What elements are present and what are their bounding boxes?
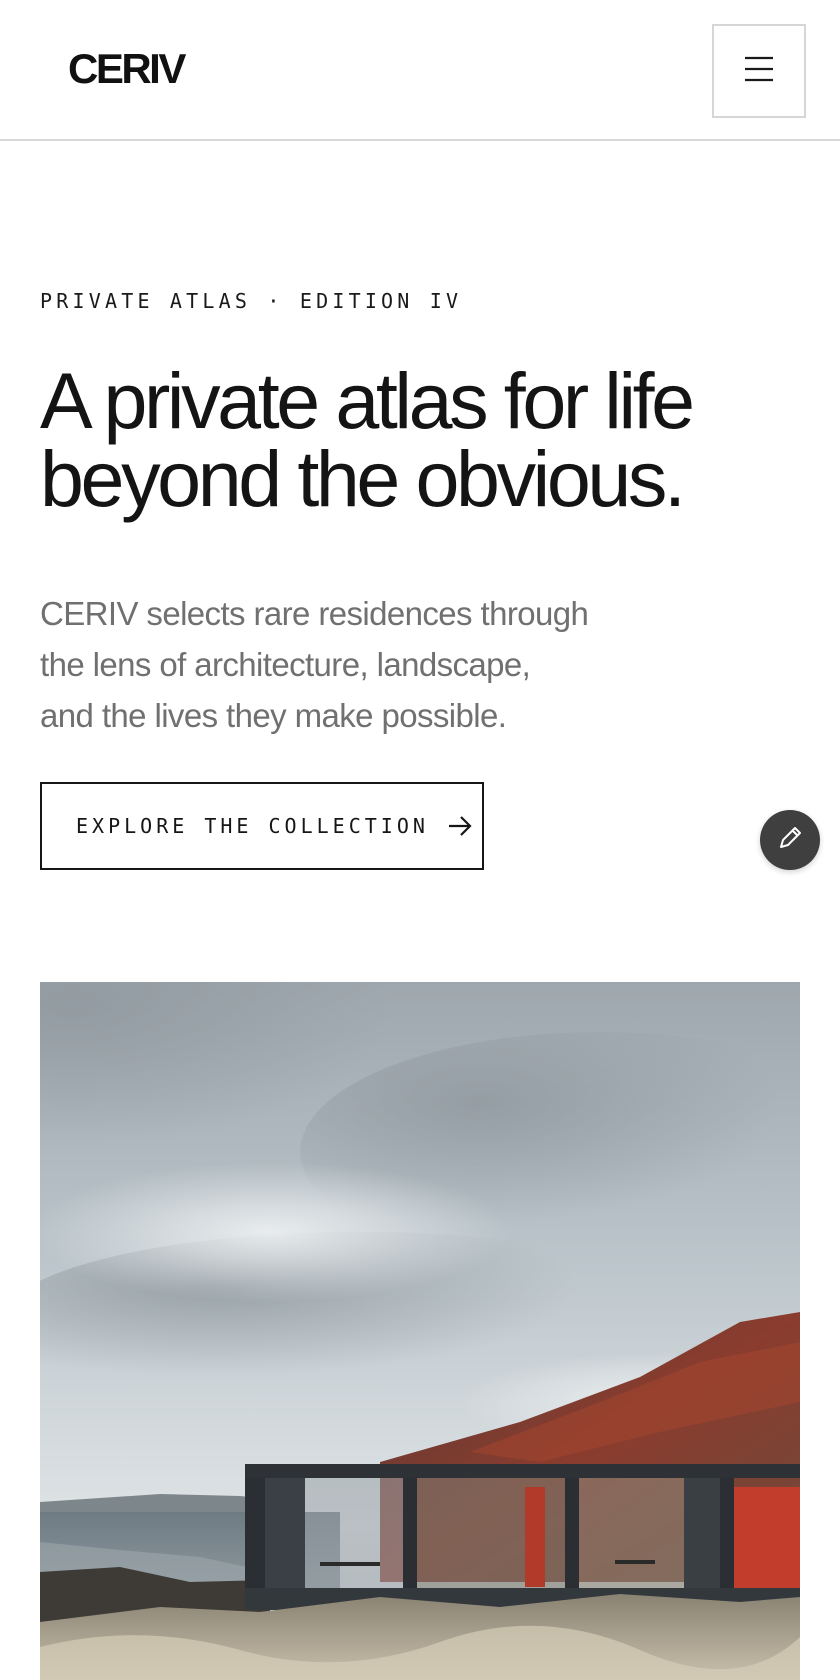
arrow-right-icon — [447, 815, 473, 837]
headline-line-2: beyond the obvious. — [40, 434, 686, 523]
site-header: CERIV — [0, 0, 840, 141]
hero-headline: A private atlas for life beyond the obvi… — [40, 361, 820, 518]
description-line-2: the lens of architecture, landscape, — [40, 646, 531, 683]
hamburger-menu-icon — [744, 56, 774, 87]
pencil-icon — [776, 824, 804, 857]
brand-logo[interactable]: CERIV — [68, 48, 186, 90]
description-line-1: CERIV selects rare residences through — [40, 595, 589, 632]
hero-eyebrow: PRIVATE ATLAS · EDITION IV — [40, 289, 463, 313]
headline-line-1: A private atlas for life — [40, 356, 695, 445]
menu-button[interactable] — [712, 24, 806, 118]
residence-photo — [40, 982, 800, 1680]
edit-floating-button[interactable] — [760, 810, 820, 870]
cta-label: EXPLORE THE COLLECTION — [76, 814, 429, 838]
hero-description: CERIV selects rare residences through th… — [40, 588, 680, 741]
explore-collection-button[interactable]: EXPLORE THE COLLECTION — [40, 782, 484, 870]
description-line-3: and the lives they make possible. — [40, 697, 507, 734]
